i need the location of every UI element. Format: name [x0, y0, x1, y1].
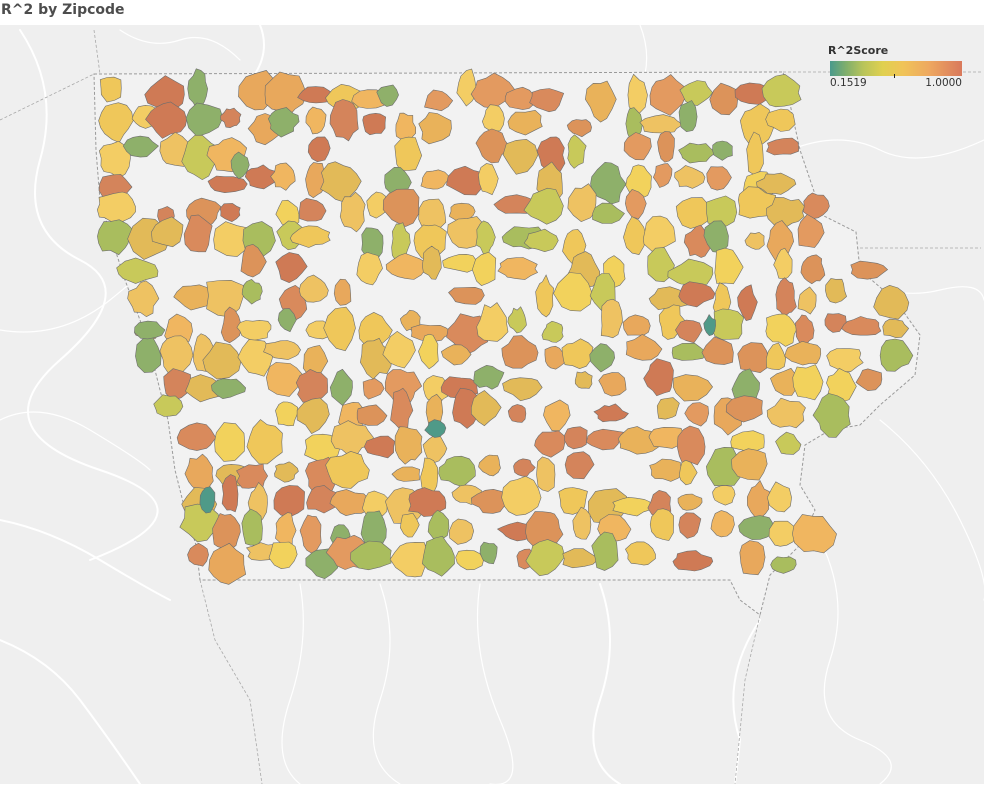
legend-min-label: 0.1519	[830, 77, 867, 89]
zipcode-region[interactable]	[678, 100, 698, 133]
zipcode-region[interactable]	[221, 474, 239, 513]
zipcode-region[interactable]	[275, 401, 299, 427]
zipcode-region[interactable]	[739, 540, 766, 576]
zipcode-region[interactable]	[339, 191, 366, 233]
legend-gradient-bar	[830, 61, 962, 76]
chart-title: R^2 by Zipcode	[1, 2, 125, 18]
zipcode-region[interactable]	[564, 426, 588, 450]
zipcode-region[interactable]	[710, 308, 745, 340]
iowa-zipcode-map[interactable]	[0, 24, 984, 786]
zipcode-region[interactable]	[241, 508, 263, 546]
legend-max-label: 1.0000	[925, 77, 962, 89]
legend-title: R^2Score	[828, 44, 889, 57]
map-view[interactable]	[0, 24, 984, 786]
color-legend: R^2Score 0.1519 1.0000	[826, 44, 966, 92]
legend-tick	[894, 74, 895, 78]
zipcode-region[interactable]	[362, 112, 387, 136]
